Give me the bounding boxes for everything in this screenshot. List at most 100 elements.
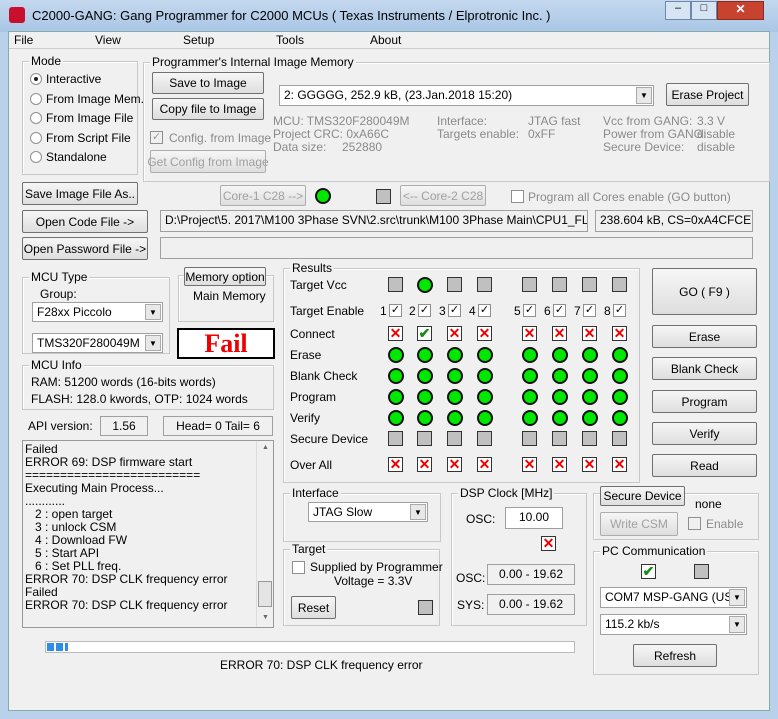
- osc-range: 0.00 - 19.62: [487, 564, 575, 585]
- results-row-label: Target Vcc: [290, 278, 347, 292]
- target-enable-checkbox[interactable]: ✓: [583, 304, 596, 317]
- head-tail-value: Head= 0 Tail= 6: [163, 416, 273, 436]
- baud-rate-select[interactable]: 115.2 kb/s ▼: [600, 614, 747, 635]
- fail-icon: ✕: [552, 456, 567, 472]
- status-led: [582, 389, 598, 405]
- mcu-device-select[interactable]: TMS320F280049M ▼: [32, 333, 163, 353]
- chevron-down-icon[interactable]: ▼: [410, 504, 426, 520]
- scroll-thumb[interactable]: [258, 581, 272, 607]
- secure-device-button[interactable]: Secure Device: [600, 486, 685, 506]
- status-led: [582, 368, 598, 384]
- secure-device-state: none: [695, 497, 722, 511]
- refresh-button[interactable]: Refresh: [633, 644, 717, 667]
- chevron-down-icon[interactable]: ▼: [729, 589, 745, 606]
- mcu-info-title: MCU Info: [29, 358, 84, 372]
- results-row-label: Connect: [290, 327, 335, 341]
- open-code-file-button[interactable]: Open Code File ->: [22, 210, 148, 233]
- result-status-banner: Fail: [177, 328, 275, 359]
- fail-icon: ✕: [477, 325, 492, 341]
- status-indicator: [612, 431, 627, 446]
- menu-divider: [9, 48, 769, 49]
- menu-tools[interactable]: Tools: [276, 33, 304, 47]
- interface-select[interactable]: JTAG Slow ▼: [308, 502, 428, 522]
- read-button[interactable]: Read: [652, 454, 757, 477]
- target-number: 8: [604, 304, 611, 318]
- target-enable-checkbox[interactable]: ✓: [448, 304, 461, 317]
- image-select[interactable]: 2: GGGGG, 252.9 kB, (23.Jan.2018 15:20) ▼: [279, 85, 654, 106]
- target-voltage: Voltage = 3.3V: [334, 574, 413, 588]
- results-row-label: Program: [290, 390, 337, 404]
- menu-file[interactable]: File: [14, 33, 33, 47]
- status-led: [388, 347, 404, 363]
- mcu-ram: RAM: 51200 words (16-bits words): [31, 375, 216, 389]
- erase-project-button[interactable]: Erase Project: [666, 83, 749, 106]
- save-image-file-as-button[interactable]: Save Image File As..: [22, 182, 138, 205]
- results-title: Results: [290, 261, 335, 275]
- erase-button[interactable]: Erase: [652, 325, 757, 348]
- go-button[interactable]: GO ( F9 ): [652, 268, 757, 315]
- mode-radio[interactable]: [30, 92, 42, 105]
- image-info-value: 3.3 V: [697, 114, 726, 128]
- comm-indicator: [694, 564, 709, 579]
- log-panel[interactable]: Failed ERROR 69: DSP firmware start ======…: [22, 440, 274, 628]
- core1-button[interactable]: Core-1 C28 -->: [220, 185, 306, 206]
- close-button[interactable]: ✕: [717, 1, 764, 20]
- blank-check-button[interactable]: Blank Check: [652, 357, 757, 380]
- target-enable-checkbox[interactable]: ✓: [418, 304, 431, 317]
- target-enable-checkbox[interactable]: ✓: [613, 304, 626, 317]
- program-all-cores-checkbox[interactable]: [511, 190, 524, 203]
- com-port-select[interactable]: COM7 MSP-GANG (USB) ▼: [600, 587, 747, 608]
- mode-option-label: From Image File: [46, 111, 134, 125]
- enable-csm-label: Enable: [706, 517, 744, 531]
- results-row-label: Over All: [290, 458, 333, 472]
- mode-option-label: From Script File: [46, 130, 131, 145]
- menu-view[interactable]: View: [95, 33, 121, 47]
- chevron-down-icon[interactable]: ▼: [145, 304, 161, 320]
- menu-about[interactable]: About: [370, 33, 401, 47]
- fail-icon: ✕: [388, 456, 403, 472]
- core2-button[interactable]: <-- Core-2 C28: [400, 185, 486, 206]
- mode-radio[interactable]: [30, 73, 42, 85]
- minimize-button[interactable]: –: [665, 1, 691, 20]
- osc-input[interactable]: 10.00: [505, 507, 563, 529]
- scroll-up-icon[interactable]: ▲: [262, 444, 269, 451]
- memory-option-button[interactable]: Memory option: [184, 267, 266, 286]
- log-lines: Failed ERROR 69: DSP firmware start ======…: [25, 443, 228, 612]
- target-enable-checkbox[interactable]: ✓: [478, 304, 491, 317]
- chevron-down-icon[interactable]: ▼: [145, 335, 161, 351]
- save-to-image-button[interactable]: Save to Image: [152, 72, 264, 94]
- fail-icon: ✕: [582, 456, 597, 472]
- fail-icon: ✕: [477, 456, 492, 472]
- maximize-button[interactable]: □: [691, 1, 717, 20]
- fail-icon: ✕: [612, 325, 627, 341]
- mode-radio[interactable]: [30, 112, 42, 124]
- status-led: [417, 389, 433, 405]
- target-number: 2: [409, 304, 416, 318]
- open-password-file-button[interactable]: Open Password File ->: [22, 237, 148, 260]
- mode-radio[interactable]: [30, 151, 42, 163]
- window-title: C2000-GANG: Gang Programmer for C2000 MC…: [32, 8, 551, 23]
- reset-button[interactable]: Reset: [291, 596, 336, 619]
- image-info-label: Power from GANG:: [603, 127, 707, 141]
- target-enable-checkbox[interactable]: ✓: [553, 304, 566, 317]
- supplied-by-programmer-checkbox[interactable]: [292, 561, 305, 574]
- enable-csm-checkbox[interactable]: [688, 517, 701, 530]
- program-button[interactable]: Program: [652, 390, 757, 413]
- mcu-group-select[interactable]: F28xx Piccolo ▼: [32, 302, 163, 322]
- get-config-button[interactable]: Get Config from Image: [147, 150, 269, 173]
- target-enable-checkbox[interactable]: ✓: [389, 304, 402, 317]
- write-csm-button[interactable]: Write CSM: [600, 512, 678, 536]
- scroll-down-icon[interactable]: ▼: [262, 614, 269, 621]
- copy-file-to-image-button[interactable]: Copy file to Image: [152, 98, 264, 120]
- image-info-label: Interface:: [437, 114, 488, 128]
- target-enable-checkbox[interactable]: ✓: [523, 304, 536, 317]
- log-scrollbar[interactable]: ▲ ▼: [256, 441, 273, 627]
- config-from-image-checkbox[interactable]: ✓: [150, 131, 163, 144]
- status-led: [582, 410, 598, 426]
- mode-radio[interactable]: [30, 131, 42, 144]
- chevron-down-icon[interactable]: ▼: [636, 87, 652, 104]
- chevron-down-icon[interactable]: ▼: [729, 616, 745, 633]
- verify-button[interactable]: Verify: [652, 422, 757, 445]
- image-info-label: Vcc from GANG:: [603, 114, 693, 128]
- menu-setup[interactable]: Setup: [183, 33, 214, 47]
